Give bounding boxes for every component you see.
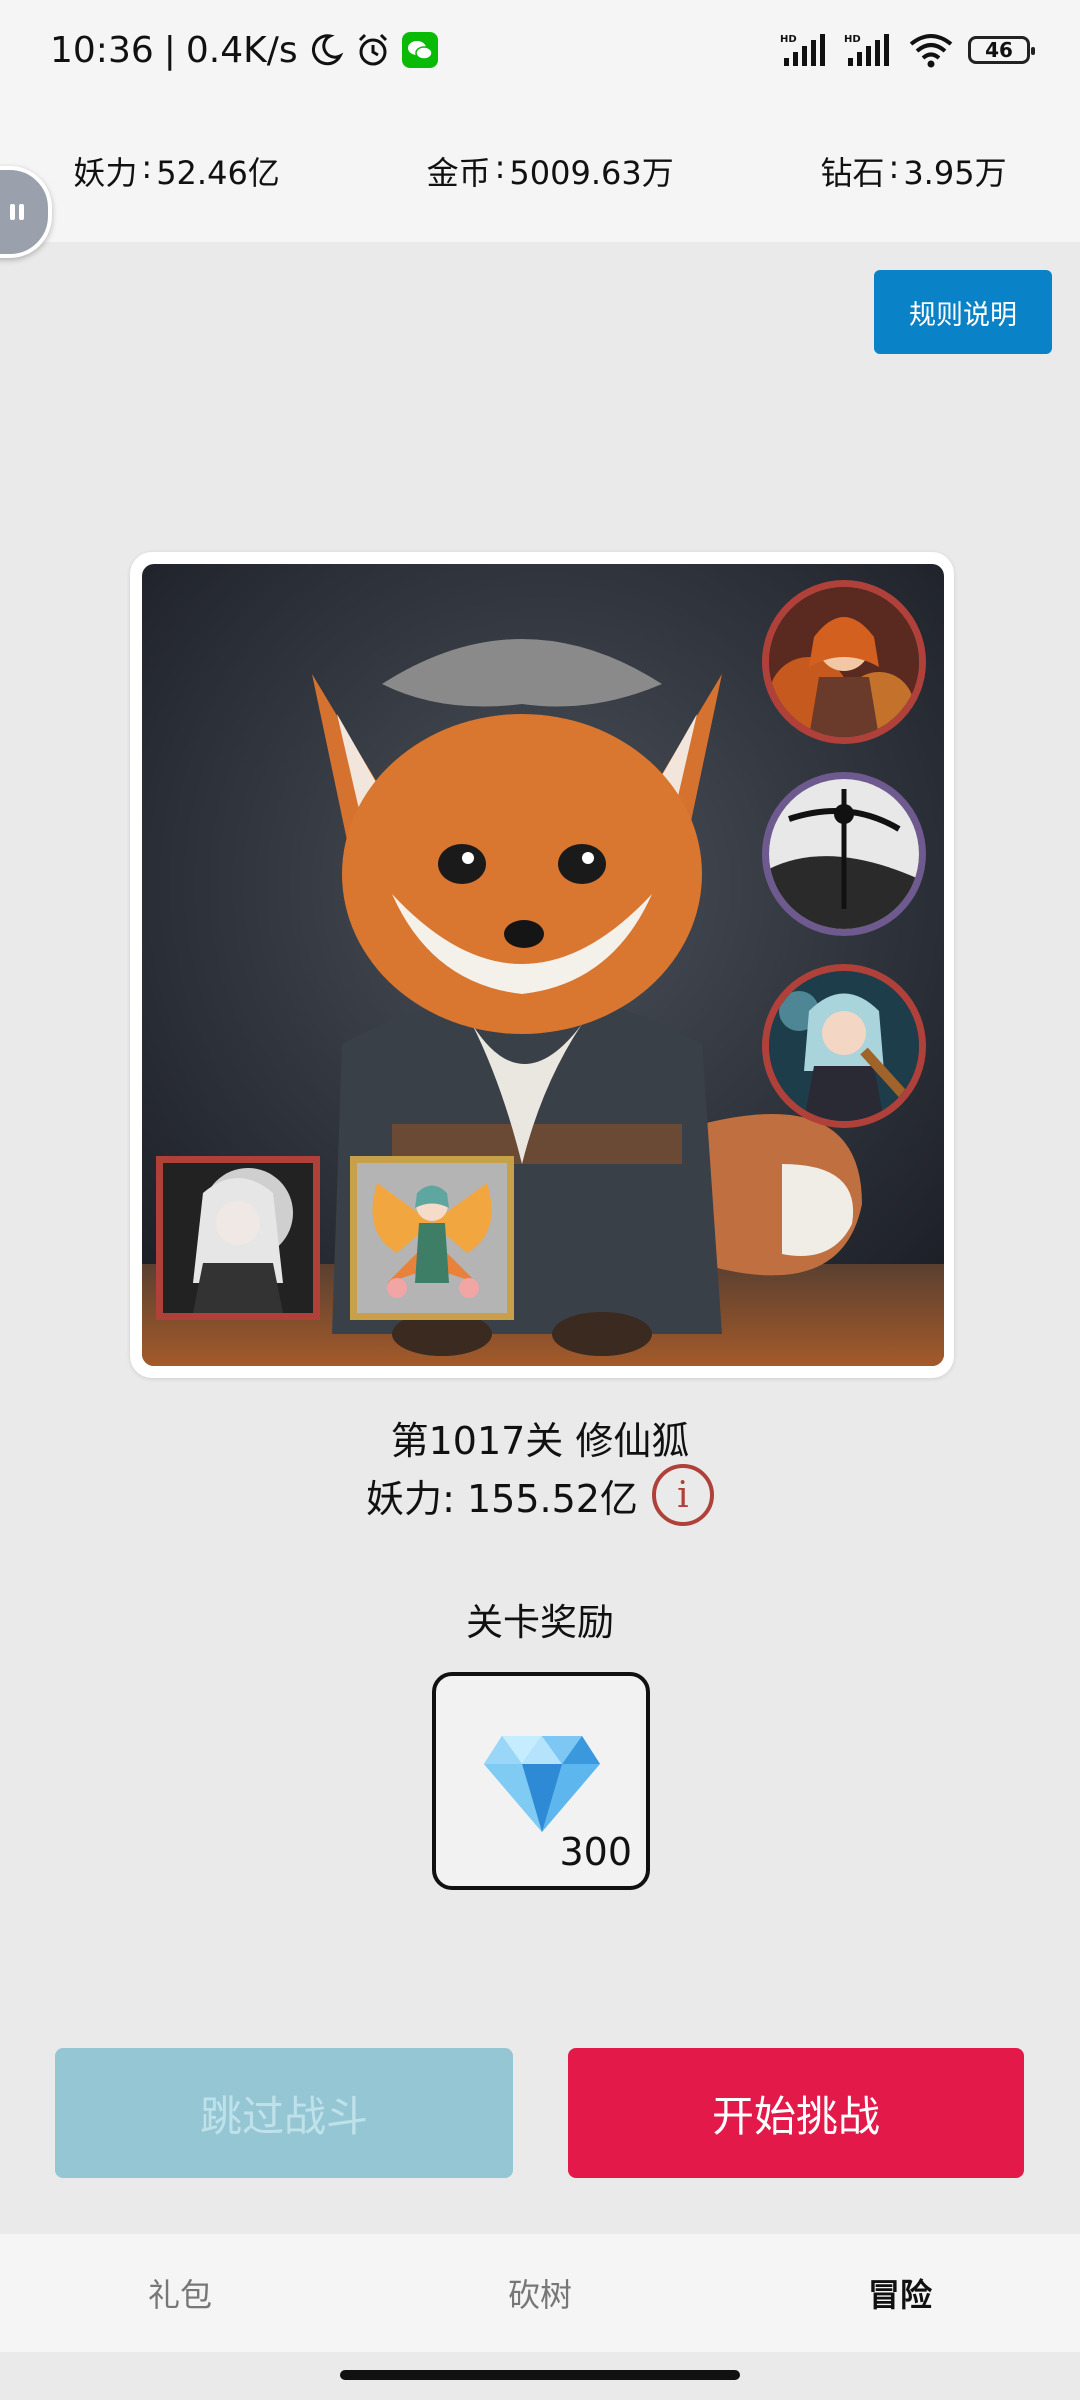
status-separator: |: [163, 29, 176, 71]
resource-gold-label: 金币: [426, 154, 491, 192]
start-challenge-button[interactable]: 开始挑战: [568, 2048, 1024, 2178]
home-indicator[interactable]: [340, 2370, 740, 2380]
resource-bar: 妖力: 52.46亿 金币: 5009.63万 钻石: 3.95万: [0, 100, 1080, 242]
status-left: 10:36 | 0.4K/s: [50, 30, 438, 71]
wechat-icon: [401, 32, 438, 68]
resource-gold: 金币: 5009.63万: [427, 148, 674, 194]
bottom-tab-bar: 礼包 砍树 冒险: [0, 2234, 1080, 2352]
reward-label: 关卡奖励: [466, 1601, 614, 1644]
diamond-icon: [484, 1736, 600, 1832]
moon-icon: [311, 34, 343, 66]
signal-icon: HD: [780, 34, 825, 66]
hero-avatar-3[interactable]: [762, 964, 926, 1128]
resource-diamond: 钻石: 3.95万: [821, 148, 1007, 194]
clock: 10:36: [50, 29, 154, 71]
alarm-icon: [358, 33, 387, 66]
svg-text:HD: HD: [780, 34, 797, 45]
resource-gold-sep: :: [494, 148, 506, 186]
boss-power-label: 妖力: [366, 1476, 443, 1521]
rules-button[interactable]: 规则说明: [874, 270, 1052, 354]
boss-power-row: 妖力: 155.52亿 i: [0, 1464, 1080, 1526]
resource-gold-value: 5009.63万: [509, 154, 674, 192]
resource-power-sep: :: [141, 148, 153, 186]
tab-gift[interactable]: 礼包: [0, 2270, 360, 2316]
wifi-icon: [909, 34, 953, 68]
resource-power: 妖力: 52.46亿: [73, 148, 279, 194]
status-bar: 10:36 | 0.4K/s HD HD 46: [0, 0, 1080, 100]
battery-level: 46: [985, 38, 1013, 62]
boss-power-value: 155.52亿: [466, 1476, 638, 1521]
resource-diamond-sep: :: [888, 148, 900, 186]
pause-icon: [10, 204, 24, 220]
tab-chop-tree[interactable]: 砍树: [360, 2270, 720, 2316]
svg-text:HD: HD: [844, 34, 861, 45]
boss-power-text: 妖力: 155.52亿: [366, 1468, 638, 1523]
resource-diamond-label: 钻石: [820, 154, 885, 192]
resource-power-label: 妖力: [73, 154, 138, 192]
reward-quantity: 300: [559, 1830, 632, 1874]
hero-avatar-2[interactable]: [762, 772, 926, 936]
info-glyph: i: [677, 1474, 689, 1516]
network-speed: 0.4K/s: [185, 29, 298, 71]
reward-item[interactable]: 300: [432, 1672, 650, 1890]
boss-power-sep: :: [442, 1476, 455, 1521]
info-icon[interactable]: i: [651, 1464, 714, 1526]
resource-power-value: 52.46亿: [156, 154, 280, 192]
stage-title: 第1017关 修仙狐: [390, 1419, 690, 1463]
status-right: HD HD 46: [780, 32, 1035, 68]
hero-avatar-1[interactable]: [762, 580, 926, 744]
hero-avatar-5[interactable]: [350, 1156, 514, 1320]
signal-icon-2: HD: [844, 34, 889, 66]
skip-battle-button[interactable]: 跳过战斗: [55, 2048, 513, 2178]
tab-adventure[interactable]: 冒险: [720, 2270, 1080, 2316]
battery-icon: 46: [968, 36, 1035, 64]
resource-diamond-value: 3.95万: [903, 154, 1007, 192]
hero-avatar-4[interactable]: [156, 1156, 320, 1320]
